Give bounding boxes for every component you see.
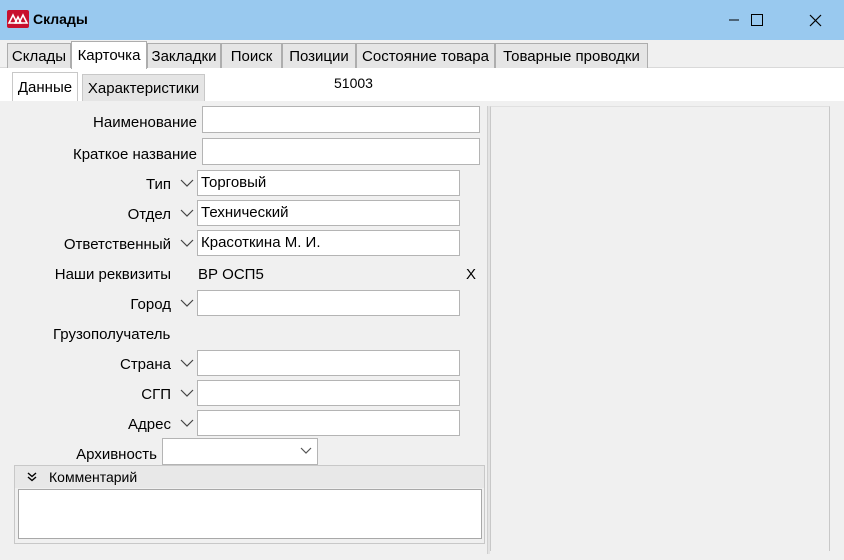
type-dropdown-button[interactable] <box>177 170 197 196</box>
department-label: Отдел <box>127 206 171 223</box>
title-bar: Склады <box>0 0 844 40</box>
tab-goods-status[interactable]: Состояние товара <box>356 43 495 68</box>
city-dropdown-button[interactable] <box>177 290 197 316</box>
right-panel <box>490 106 830 551</box>
country-dropdown-button[interactable] <box>177 350 197 376</box>
archive-select[interactable] <box>162 438 318 465</box>
chevron-down-icon <box>180 239 194 247</box>
window-title: Склады <box>33 11 88 27</box>
department-dropdown-button[interactable] <box>177 200 197 226</box>
comment-section: Комментарий <box>14 465 485 544</box>
tab-bookmarks[interactable]: Закладки <box>147 43 221 68</box>
sgp-field[interactable] <box>197 380 460 406</box>
chevron-down-icon <box>180 359 194 367</box>
short-name-field[interactable] <box>202 138 480 165</box>
record-code: 51003 <box>333 72 403 97</box>
archive-label: Архивность <box>76 446 157 463</box>
chevron-down-icon <box>180 389 194 397</box>
chevron-down-icon <box>300 447 312 454</box>
chevron-down-icon <box>180 209 194 217</box>
chevron-down-icon <box>180 179 194 187</box>
comment-textarea[interactable] <box>18 489 482 539</box>
city-label: Город <box>130 296 171 313</box>
country-field[interactable] <box>197 350 460 376</box>
close-button[interactable] <box>792 0 838 40</box>
name-field[interactable] <box>202 106 480 133</box>
responsible-dropdown-button[interactable] <box>177 230 197 256</box>
maximize-icon <box>751 14 763 26</box>
address-field[interactable] <box>197 410 460 436</box>
address-label: Адрес <box>128 416 171 433</box>
sub-tabstrip: Данные Характеристики <box>0 68 844 101</box>
requisites-value[interactable]: ВР ОСП5 <box>198 266 264 283</box>
responsible-label: Ответственный <box>63 236 171 253</box>
subtab-characteristics[interactable]: Характеристики <box>82 74 205 101</box>
triangles-logo-icon <box>7 10 29 28</box>
country-label: Страна <box>119 356 171 373</box>
sgp-dropdown-button[interactable] <box>177 380 197 406</box>
consignee-heading: Грузополучатель <box>53 326 171 343</box>
tab-goods-postings[interactable]: Товарные проводки <box>495 43 648 68</box>
city-field[interactable] <box>197 290 460 316</box>
sgp-label: СГП <box>141 386 171 403</box>
tab-positions[interactable]: Позиции <box>282 43 356 68</box>
address-dropdown-button[interactable] <box>177 410 197 436</box>
maximize-button[interactable] <box>734 0 780 40</box>
tab-card[interactable]: Карточка <box>71 41 147 69</box>
type-label: Тип <box>145 176 171 193</box>
requisites-clear-button[interactable]: X <box>466 266 476 283</box>
main-tabstrip: Склады Карточка Закладки Поиск Позиции С… <box>0 40 844 69</box>
comment-title: Комментарий <box>49 469 138 485</box>
type-field[interactable]: Торговый <box>197 170 460 196</box>
department-field[interactable]: Технический <box>197 200 460 226</box>
short-name-label: Краткое название <box>72 146 197 163</box>
requisites-label: Наши реквизиты <box>54 266 171 283</box>
chevron-down-icon <box>180 299 194 307</box>
tab-search[interactable]: Поиск <box>221 43 282 68</box>
double-chevron-down-icon[interactable] <box>25 470 39 484</box>
subtab-data[interactable]: Данные <box>12 72 78 101</box>
responsible-field[interactable]: Красоткина М. И. <box>197 230 460 256</box>
name-label: Наименование <box>93 114 197 131</box>
tab-warehouses[interactable]: Склады <box>7 43 71 68</box>
chevron-down-icon <box>180 419 194 427</box>
close-icon <box>809 14 821 26</box>
comment-header[interactable]: Комментарий <box>15 466 484 488</box>
